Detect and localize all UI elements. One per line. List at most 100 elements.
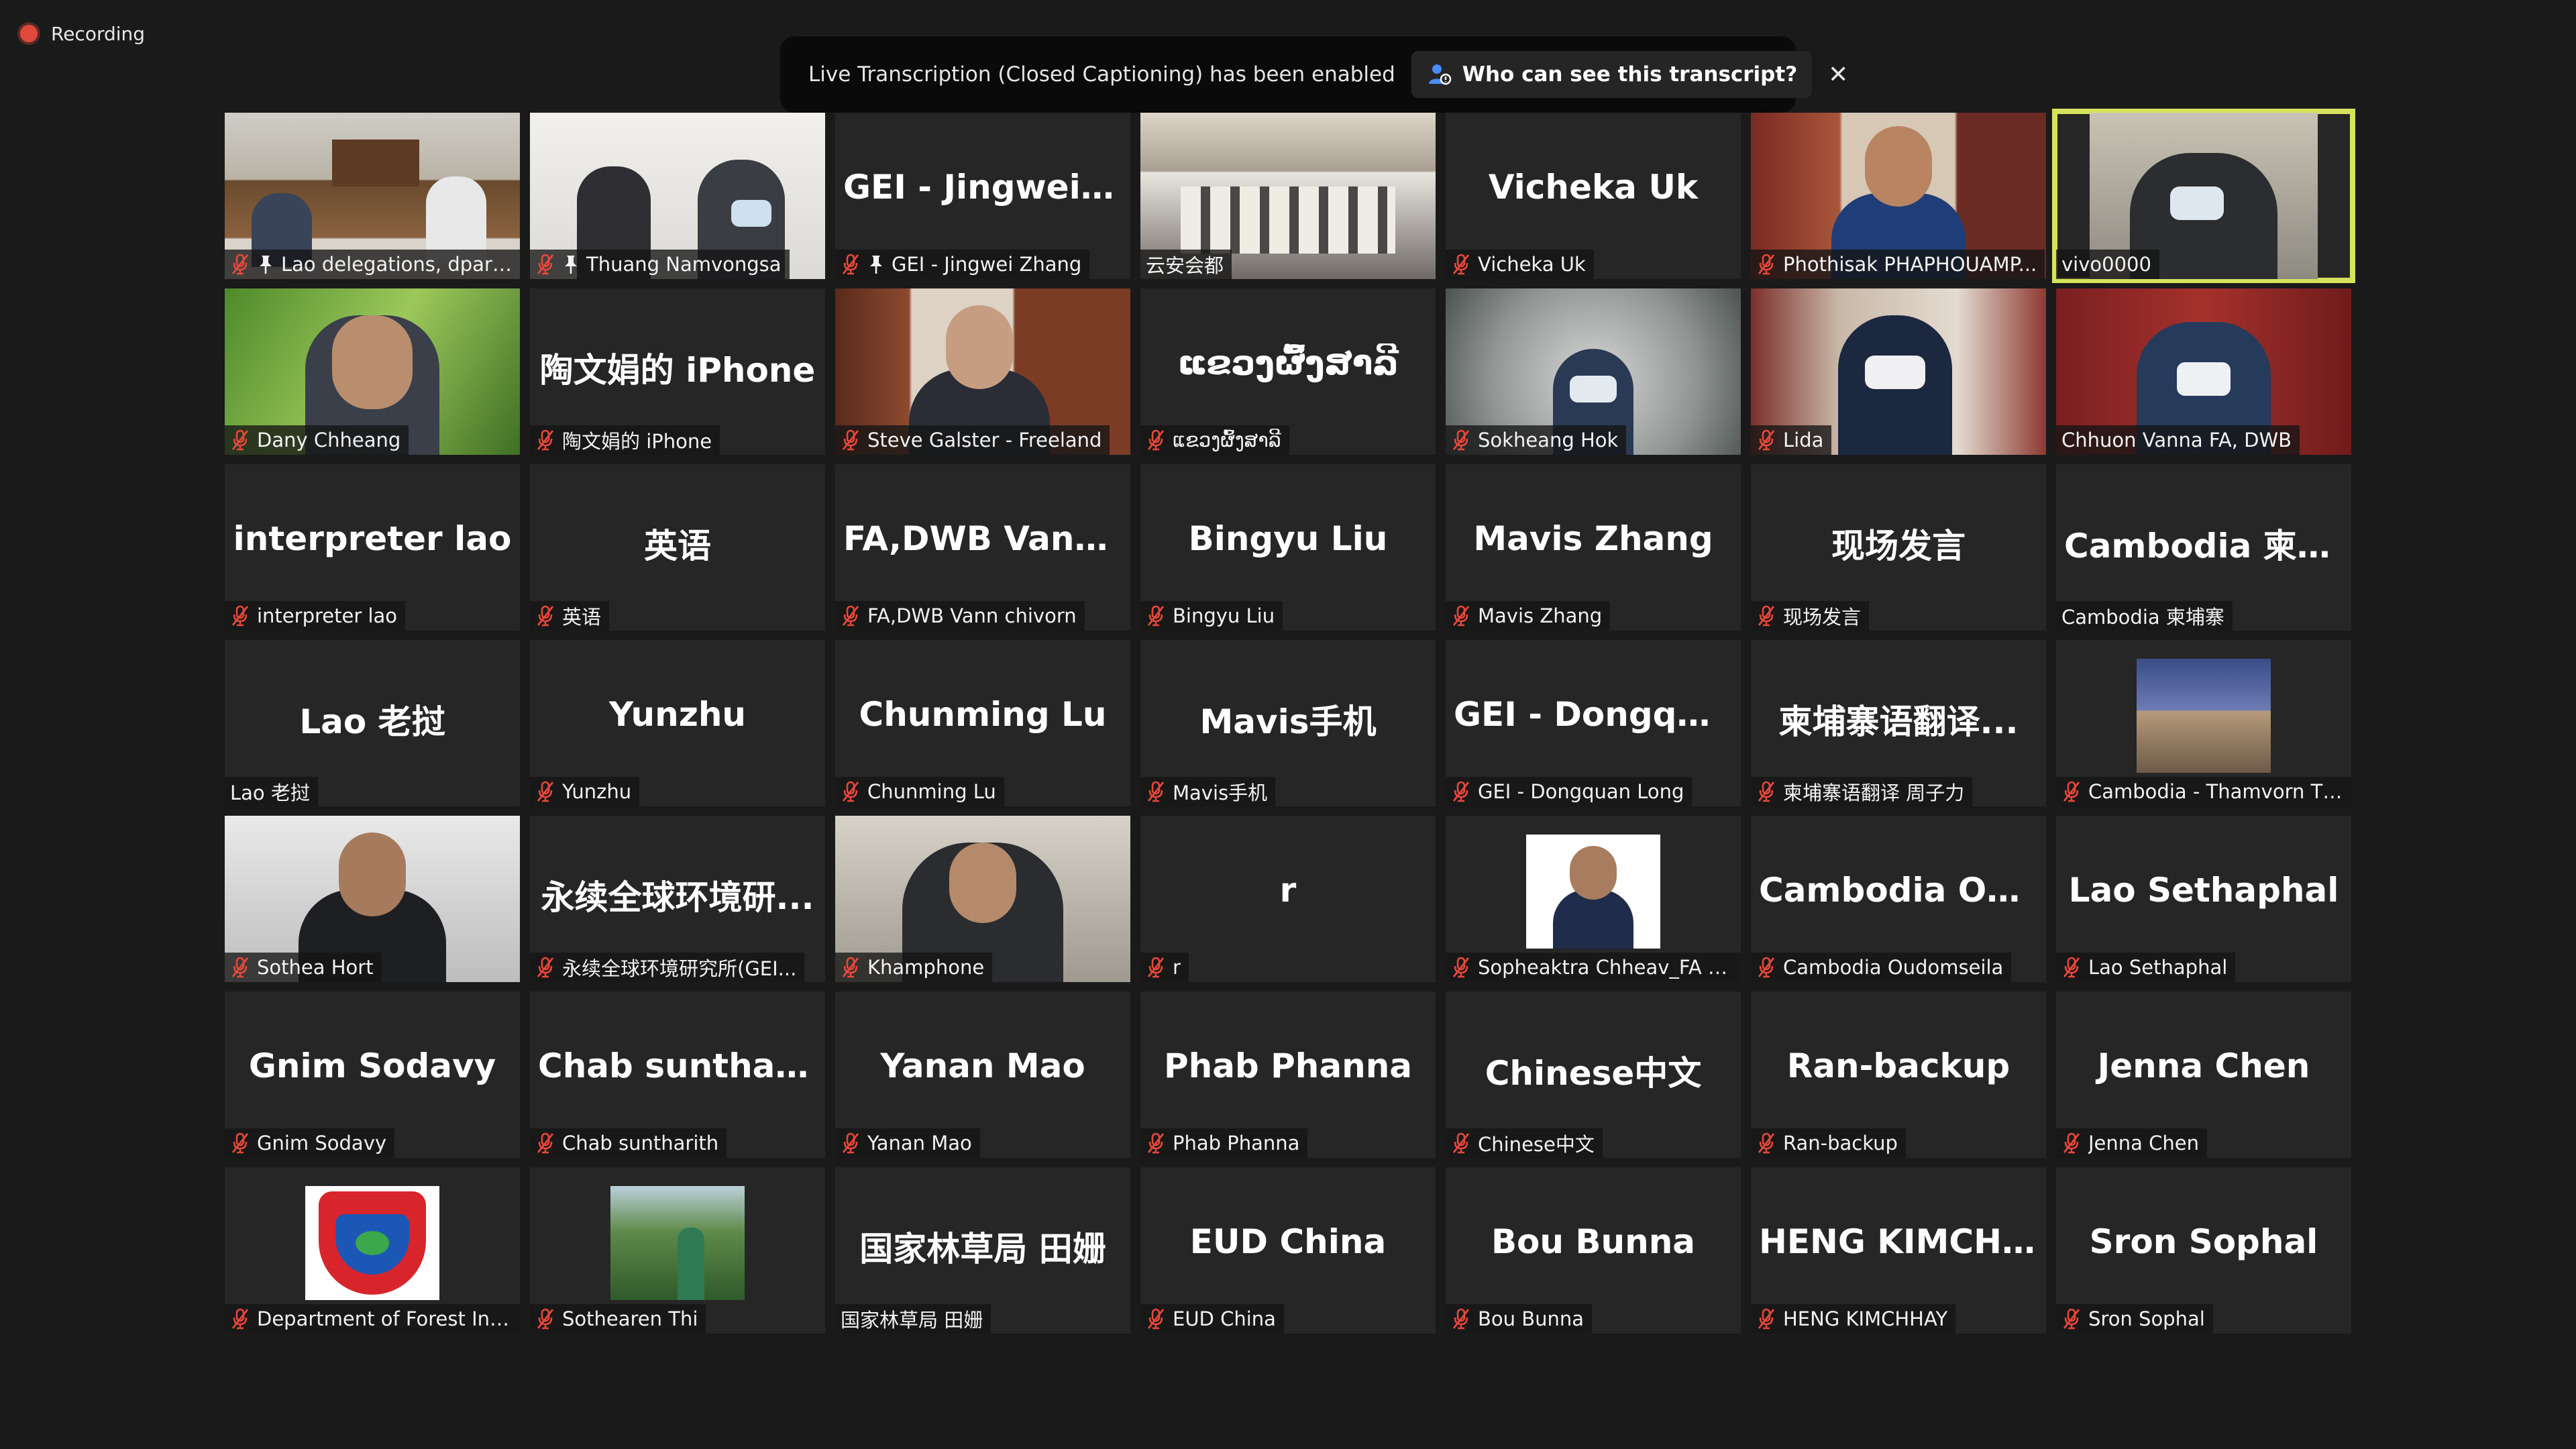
participant-tile[interactable]: Sron Sophal Sron Sophal bbox=[2056, 1167, 2351, 1334]
mic-muted-icon bbox=[842, 1132, 859, 1154]
participant-tile[interactable]: Sothea Hort bbox=[225, 816, 520, 982]
participant-nameplate: Sron Sophal bbox=[2056, 1304, 2213, 1334]
mic-muted-icon bbox=[1452, 1132, 1470, 1154]
participant-tile[interactable]: Phab Phanna Phab Phanna bbox=[1140, 991, 1436, 1158]
participant-nameplate: Jenna Chen bbox=[2056, 1128, 2207, 1158]
participant-display-name: Cambodia Oud... bbox=[1759, 871, 2046, 910]
participant-tile[interactable]: Thuang Namvongsa bbox=[530, 113, 825, 279]
mic-muted-icon bbox=[1452, 781, 1470, 802]
participant-tile[interactable]: 国家林草局 田姗 国家林草局 田姗 bbox=[835, 1167, 1130, 1334]
participant-tile[interactable]: Steve Galster - Freeland bbox=[835, 288, 1130, 455]
participant-name: Sokheang Hok bbox=[1478, 429, 1619, 451]
participant-tile[interactable]: Chunming Lu Chunming Lu bbox=[835, 640, 1130, 806]
participant-nameplate: Dany Chheang bbox=[225, 425, 409, 455]
participant-tile[interactable]: 永续全球环境研... 永续全球环境研究所(GEI... bbox=[530, 816, 825, 982]
participant-tile[interactable]: Yanan Mao Yanan Mao bbox=[835, 991, 1130, 1158]
participant-name: Gnim Sodavy bbox=[257, 1132, 387, 1155]
participant-tile[interactable]: 现场发言 现场发言 bbox=[1751, 464, 2046, 631]
participant-name: interpreter lao bbox=[257, 604, 398, 627]
banner-text: Live Transcription (Closed Captioning) h… bbox=[808, 62, 1395, 87]
participant-nameplate: Sothea Hort bbox=[225, 953, 382, 982]
who-can-see-transcript-button[interactable]: Who can see this transcript? bbox=[1411, 51, 1813, 98]
participant-name: Lao delegations, dpart... bbox=[281, 253, 512, 276]
participant-name: 云安会都 bbox=[1146, 254, 1224, 277]
participant-nameplate: Chab suntharith bbox=[530, 1128, 727, 1158]
participant-tile[interactable]: GEI - Dongquan... GEI - Dongquan Long bbox=[1446, 640, 1741, 806]
participant-tile[interactable]: Sopheaktra Chheav_FA (C... bbox=[1446, 816, 1741, 982]
participant-name: Sothearen Thi bbox=[562, 1307, 698, 1330]
recording-indicator[interactable]: Recording bbox=[20, 20, 145, 47]
participant-tile[interactable]: Lida bbox=[1751, 288, 2046, 455]
participant-tile[interactable]: Khamphone bbox=[835, 816, 1130, 982]
participant-tile[interactable]: Department of Forest Ins... bbox=[225, 1167, 520, 1334]
participant-nameplate: Cambodia 柬埔寨 bbox=[2056, 601, 2233, 631]
participant-tile[interactable]: Mavis Zhang Mavis Zhang bbox=[1446, 464, 1741, 631]
participant-tile[interactable]: Lao 老挝 Lao 老挝 bbox=[225, 640, 520, 806]
participant-nameplate: Chhuon Vanna FA, DWB bbox=[2056, 425, 2300, 455]
participant-tile[interactable]: Yunzhu Yunzhu bbox=[530, 640, 825, 806]
participant-tile[interactable]: ແຂວງຜົ້ງສາລີ ແຂວງຜົ້ງສາລີ bbox=[1140, 288, 1436, 455]
participant-tile[interactable]: Cambodia - Thamvorn Th... bbox=[2056, 640, 2351, 806]
participant-display-name: Chunming Lu bbox=[859, 695, 1107, 734]
participant-tile[interactable]: Lao Sethaphal Lao Sethaphal bbox=[2056, 816, 2351, 982]
participant-tile[interactable]: vivo0000 bbox=[2052, 109, 2355, 283]
mic-muted-icon bbox=[537, 781, 554, 802]
participant-nameplate: Department of Forest Ins... bbox=[225, 1304, 520, 1334]
participant-nameplate: 柬埔寨语翻译 周子力 bbox=[1751, 777, 1973, 806]
mic-muted-icon bbox=[537, 1132, 554, 1154]
mic-muted-icon bbox=[842, 781, 859, 802]
people-icon bbox=[1428, 64, 1452, 85]
participant-tile[interactable]: HENG KIMCHHAY HENG KIMCHHAY bbox=[1751, 1167, 2046, 1334]
participant-tile[interactable]: Phothisak PHAPHOUAMP... bbox=[1751, 113, 2046, 279]
mic-muted-icon bbox=[1147, 957, 1165, 978]
participant-name: Bou Bunna bbox=[1478, 1307, 1585, 1330]
participant-nameplate: Yunzhu bbox=[530, 777, 640, 806]
participant-name: GEI - Dongquan Long bbox=[1478, 780, 1684, 803]
participant-tile[interactable]: Dany Chheang bbox=[225, 288, 520, 455]
mic-muted-icon bbox=[1758, 1308, 1775, 1330]
participant-tile[interactable]: 云安会都 bbox=[1140, 113, 1436, 279]
participant-display-name: HENG KIMCHHAY bbox=[1759, 1222, 2046, 1261]
participant-tile[interactable]: 陶文娟的 iPhone 陶文娟的 iPhone bbox=[530, 288, 825, 455]
mic-muted-icon bbox=[1452, 957, 1470, 978]
participant-nameplate: ແຂວງຜົ້ງສາລີ bbox=[1140, 425, 1289, 455]
mic-muted-icon bbox=[1147, 429, 1165, 451]
participant-tile[interactable]: Vicheka Uk Vicheka Uk bbox=[1446, 113, 1741, 279]
participant-name: Cambodia Oudomseila bbox=[1783, 956, 2004, 979]
mic-muted-icon bbox=[231, 605, 249, 627]
participant-nameplate: 国家林草局 田姗 bbox=[835, 1304, 991, 1334]
participant-tile[interactable]: Lao delegations, dpart... bbox=[225, 113, 520, 279]
participant-tile[interactable]: EUD China EUD China bbox=[1140, 1167, 1436, 1334]
close-banner-button[interactable]: ✕ bbox=[1828, 58, 1848, 91]
participant-tile[interactable]: Bingyu Liu Bingyu Liu bbox=[1140, 464, 1436, 631]
participant-tile[interactable]: rr bbox=[1140, 816, 1436, 982]
participant-tile[interactable]: Cambodia 柬埔寨 Cambodia 柬埔寨 bbox=[2056, 464, 2351, 631]
participant-nameplate: EUD China bbox=[1140, 1304, 1284, 1334]
participant-tile[interactable]: GEI - Jingwei Zh... GEI - Jingwei Zhang bbox=[835, 113, 1130, 279]
participant-name: 陶文娟的 iPhone bbox=[562, 430, 712, 453]
participant-tile[interactable]: Gnim Sodavy Gnim Sodavy bbox=[225, 991, 520, 1158]
participant-tile[interactable]: Sokheang Hok bbox=[1446, 288, 1741, 455]
participant-tile[interactable]: Chhuon Vanna FA, DWB bbox=[2056, 288, 2351, 455]
participant-nameplate: Gnim Sodavy bbox=[225, 1128, 395, 1158]
participant-name: ແຂວງຜົ້ງສາລີ bbox=[1173, 429, 1281, 451]
participant-display-name: Yanan Mao bbox=[880, 1046, 1085, 1085]
participant-name: Steve Galster - Freeland bbox=[867, 429, 1102, 451]
mic-muted-icon bbox=[537, 429, 554, 451]
participant-tile[interactable]: Ran-backup Ran-backup bbox=[1751, 991, 2046, 1158]
participant-tile[interactable]: 英语 英语 bbox=[530, 464, 825, 631]
participant-tile[interactable]: Chab suntharith Chab suntharith bbox=[530, 991, 825, 1158]
participant-tile[interactable]: Cambodia Oud... Cambodia Oudomseila bbox=[1751, 816, 2046, 982]
participant-nameplate: Lao 老挝 bbox=[225, 777, 318, 806]
participant-tile[interactable]: Sothearen Thi bbox=[530, 1167, 825, 1334]
participant-name: r bbox=[1173, 956, 1181, 979]
participant-tile[interactable]: interpreter lao interpreter lao bbox=[225, 464, 520, 631]
participant-tile[interactable]: FA,DWB Vann c... FA,DWB Vann chivorn bbox=[835, 464, 1130, 631]
participant-tile[interactable]: Chinese中文 Chinese中文 bbox=[1446, 991, 1741, 1158]
participant-display-name: 永续全球环境研... bbox=[541, 878, 814, 917]
participant-tile[interactable]: Bou Bunna Bou Bunna bbox=[1446, 1167, 1741, 1334]
mic-muted-icon bbox=[1758, 1132, 1775, 1154]
participant-tile[interactable]: 柬埔寨语翻译... 柬埔寨语翻译 周子力 bbox=[1751, 640, 2046, 806]
participant-tile[interactable]: Jenna Chen Jenna Chen bbox=[2056, 991, 2351, 1158]
participant-tile[interactable]: Mavis手机 Mavis手机 bbox=[1140, 640, 1436, 806]
